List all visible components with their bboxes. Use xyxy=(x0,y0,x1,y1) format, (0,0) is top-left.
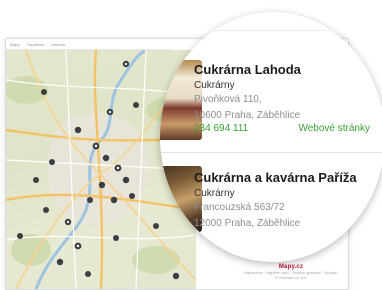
map-type-basic[interactable]: Mapy xyxy=(10,42,20,47)
magnifier-lens: Cukrárna Lahoda Cukrárny Pivoňková 110, … xyxy=(160,12,382,262)
result-phone-link[interactable]: 234 694 111 xyxy=(194,123,248,134)
result-street: Francouzská 563/72 xyxy=(194,202,285,213)
map-type-tourist[interactable]: Turistická xyxy=(27,42,44,47)
map-type-aerial[interactable]: Letecká xyxy=(51,42,65,47)
result-divider xyxy=(160,152,382,153)
result-title[interactable]: Cukrárna Lahoda xyxy=(194,62,370,77)
result-item[interactable]: Cukrárna a kavárna Paříža Cukrárny Franc… xyxy=(194,170,357,231)
result-city: 10600 Praha, Záběhlice xyxy=(194,110,301,121)
result-contact-row: 234 694 111 Webové stránky xyxy=(194,123,370,134)
page-footer: Mapy.cz Nápověda · Napište nám · Mobilní… xyxy=(236,264,346,280)
footer-copyright: © Seznam.cz, a.s. xyxy=(274,275,308,280)
result-city: 12000 Praha, Záběhlice xyxy=(194,218,301,229)
result-item[interactable]: Cukrárna Lahoda Cukrárny Pivoňková 110, … xyxy=(194,62,370,134)
result-category: Cukrárny xyxy=(194,188,235,199)
result-website-link[interactable]: Webové stránky xyxy=(298,123,370,134)
divider xyxy=(200,30,350,31)
result-title[interactable]: Cukrárna a kavárna Paříža xyxy=(194,170,357,185)
result-category: Cukrárny xyxy=(194,80,235,91)
map-type-toolbar: Mapy Turistická Letecká xyxy=(6,39,170,50)
result-street: Pivoňková 110, xyxy=(194,94,262,105)
